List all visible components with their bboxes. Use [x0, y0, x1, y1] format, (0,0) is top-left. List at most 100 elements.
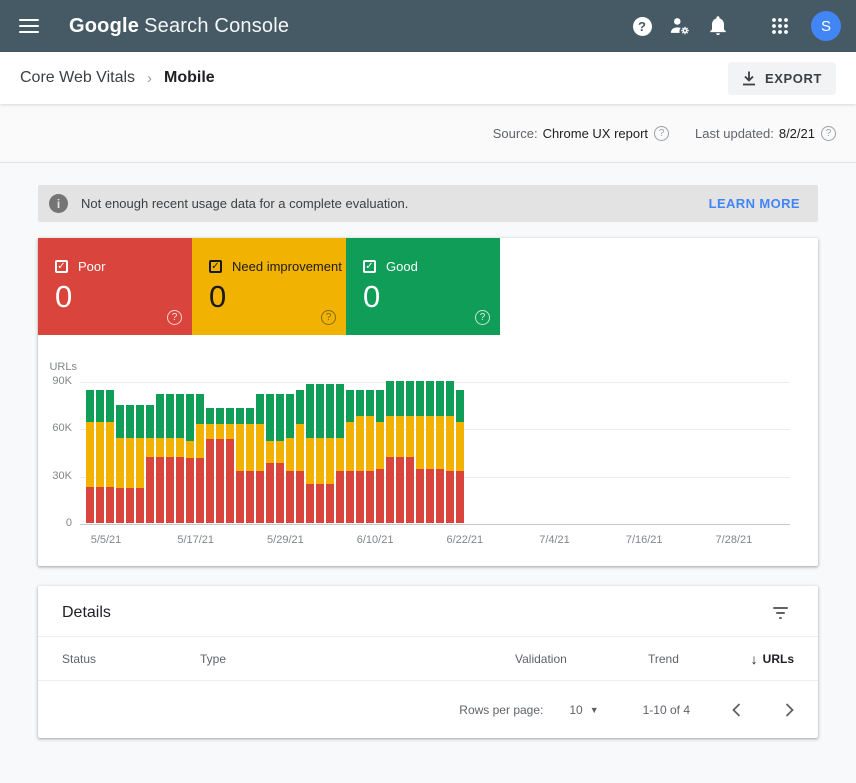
- stacked-bar[interactable]: [306, 384, 314, 523]
- learn-more-link[interactable]: LEARN MORE: [709, 196, 800, 211]
- stacked-bar[interactable]: [156, 394, 164, 523]
- stacked-bar[interactable]: [226, 408, 234, 523]
- stacked-bar[interactable]: [406, 381, 414, 523]
- bar-segment-poor: [126, 488, 134, 523]
- last-updated-value: 8/2/21: [779, 126, 815, 141]
- stacked-bar[interactable]: [246, 408, 254, 523]
- account-avatar[interactable]: S: [811, 11, 841, 41]
- apps-grid-icon: [770, 16, 790, 36]
- checkbox-checked-icon[interactable]: ✓: [55, 260, 68, 273]
- bar-segment-good: [86, 390, 94, 422]
- need-improvement-label: Need improvement: [232, 259, 342, 274]
- next-page-button[interactable]: [783, 701, 796, 719]
- column-urls-label: URLs: [763, 652, 794, 666]
- stacked-bar[interactable]: [236, 408, 244, 523]
- source-label: Source:: [493, 126, 538, 141]
- previous-page-button[interactable]: [730, 701, 743, 719]
- bar-segment-need-improvement: [286, 438, 294, 471]
- bar-segment-poor: [96, 487, 104, 523]
- apps-button[interactable]: [761, 7, 799, 45]
- breadcrumb-root[interactable]: Core Web Vitals: [20, 69, 135, 87]
- column-validation[interactable]: Validation: [515, 652, 648, 666]
- stacked-bar[interactable]: [206, 408, 214, 523]
- bar-segment-need-improvement: [446, 416, 454, 471]
- filter-icon[interactable]: [769, 603, 792, 623]
- stacked-bar[interactable]: [126, 405, 134, 523]
- export-button[interactable]: EXPORT: [728, 62, 836, 95]
- stacked-bar[interactable]: [266, 394, 274, 523]
- bar-segment-good: [326, 384, 334, 438]
- stacked-bar[interactable]: [286, 394, 294, 523]
- stacked-bar[interactable]: [386, 381, 394, 523]
- stacked-bar[interactable]: [146, 405, 154, 523]
- stacked-bar[interactable]: [316, 384, 324, 523]
- stacked-bar[interactable]: [196, 394, 204, 523]
- stacked-bar[interactable]: [116, 405, 124, 523]
- bar-segment-need-improvement: [136, 438, 144, 488]
- good-help-icon[interactable]: ?: [475, 310, 490, 325]
- stacked-bar[interactable]: [86, 390, 94, 523]
- stacked-bar[interactable]: [336, 384, 344, 523]
- stacked-bar[interactable]: [186, 394, 194, 523]
- stacked-bar[interactable]: [176, 394, 184, 523]
- stacked-bar[interactable]: [366, 390, 374, 523]
- poor-help-icon[interactable]: ?: [167, 310, 182, 325]
- bar-segment-good: [156, 394, 164, 438]
- stacked-bar[interactable]: [396, 381, 404, 523]
- stacked-bar[interactable]: [426, 381, 434, 523]
- bar-segment-good: [236, 408, 244, 424]
- source-help-icon[interactable]: ?: [654, 126, 669, 141]
- stacked-bar[interactable]: [356, 390, 364, 523]
- x-tick-label: 7/28/21: [716, 534, 753, 546]
- column-type[interactable]: Type: [200, 652, 515, 666]
- stacked-bar[interactable]: [106, 390, 114, 523]
- checkbox-checked-icon[interactable]: ✓: [363, 260, 376, 273]
- stacked-bar[interactable]: [136, 405, 144, 523]
- bar-segment-need-improvement: [226, 424, 234, 440]
- stacked-bar[interactable]: [346, 390, 354, 523]
- checkbox-checked-icon[interactable]: ✓: [209, 260, 222, 273]
- manage-users-button[interactable]: [661, 7, 699, 45]
- stacked-bar[interactable]: [416, 381, 424, 523]
- need-improvement-help-icon[interactable]: ?: [321, 310, 336, 325]
- stacked-bar[interactable]: [166, 394, 174, 523]
- core-web-vitals-chart-card: ✓ Poor 0 ? ✓ Need improvement 0 ? ✓ Good…: [38, 238, 818, 566]
- bar-segment-good: [296, 390, 304, 423]
- poor-card[interactable]: ✓ Poor 0 ?: [38, 238, 192, 335]
- bar-segment-poor: [346, 471, 354, 523]
- pagination-range: 1-10 of 4: [643, 703, 690, 717]
- good-card[interactable]: ✓ Good 0 ?: [346, 238, 500, 335]
- column-urls-sort[interactable]: ↓ URLs: [751, 651, 794, 667]
- stacked-bar[interactable]: [326, 384, 334, 523]
- y-axis-title: URLs: [38, 361, 77, 373]
- bar-segment-good: [456, 390, 464, 422]
- help-button[interactable]: ?: [623, 7, 661, 45]
- column-trend[interactable]: Trend: [648, 652, 751, 666]
- menu-icon[interactable]: [19, 19, 39, 33]
- stacked-bar[interactable]: [456, 390, 464, 523]
- stacked-bar[interactable]: [436, 381, 444, 523]
- pagination-row: Rows per page: 10 ▼ 1-10 of 4: [38, 681, 818, 738]
- stacked-bar[interactable]: [296, 390, 304, 523]
- stacked-bar[interactable]: [256, 394, 264, 523]
- notifications-button[interactable]: [699, 7, 737, 45]
- bar-segment-poor: [446, 471, 454, 523]
- last-updated-help-icon[interactable]: ?: [821, 126, 836, 141]
- x-tick-label: 6/22/21: [446, 534, 483, 546]
- sort-descending-icon: ↓: [751, 651, 758, 667]
- rows-per-page-select[interactable]: 10 ▼: [569, 703, 598, 717]
- bar-segment-need-improvement: [146, 438, 154, 457]
- column-status[interactable]: Status: [62, 652, 200, 666]
- stacked-bar[interactable]: [376, 390, 384, 523]
- stacked-bar[interactable]: [276, 394, 284, 523]
- stacked-bar[interactable]: [216, 408, 224, 523]
- bar-segment-need-improvement: [276, 441, 284, 463]
- stacked-bar[interactable]: [96, 390, 104, 523]
- need-improvement-card[interactable]: ✓ Need improvement 0 ?: [192, 238, 346, 335]
- stacked-bar[interactable]: [446, 381, 454, 523]
- chevron-left-icon: [732, 703, 741, 717]
- bar-segment-need-improvement: [366, 416, 374, 471]
- bar-segment-need-improvement: [236, 424, 244, 471]
- bar-segment-poor: [306, 484, 314, 523]
- bar-segment-poor: [276, 463, 284, 523]
